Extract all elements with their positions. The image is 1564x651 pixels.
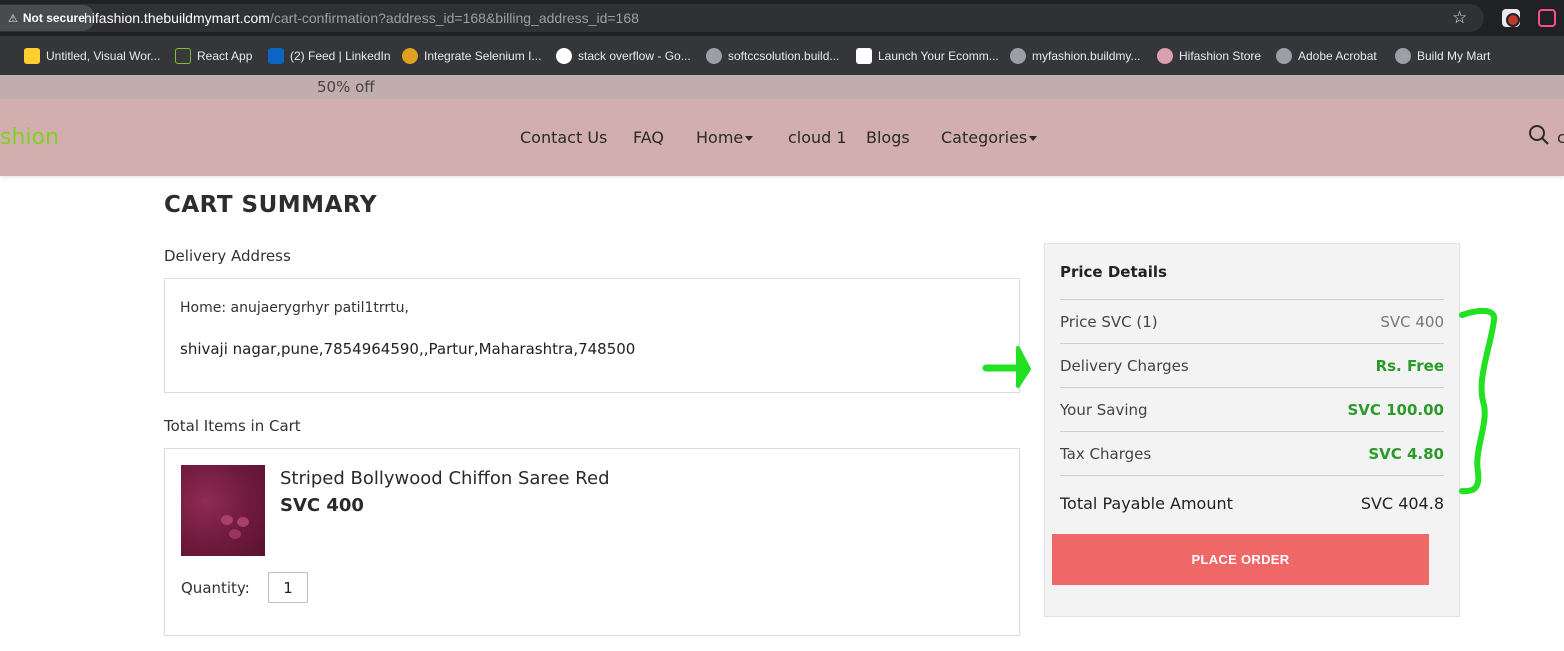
cart-item-card: Striped Bollywood Chiffon Saree Red SVC … [164,448,1020,636]
url-path: /cart-confirmation?address_id=168&billin… [269,10,639,26]
brand-logo[interactable]: shion [0,125,59,150]
bookmark-label: myfashion.buildmy... [1032,49,1141,63]
bookmark-item[interactable]: Hifashion Store [1157,43,1261,69]
browser-address-bar: ⚠ Not secure hifashion.thebuildmymart.co… [0,0,1564,36]
miro-icon [24,48,40,64]
quantity-label: Quantity: [181,579,250,597]
bookmark-star-icon[interactable]: ☆ [1452,8,1467,28]
bookmark-item[interactable]: myfashion.buildmy... [1010,43,1141,69]
address-name-line: Home: anujaerygrhyr patil1trrtu, [180,300,409,316]
bookmark-item[interactable]: Integrate Selenium I... [402,43,541,69]
store-icon [856,48,872,64]
total-divider [1060,475,1444,476]
security-indicator[interactable]: ⚠ Not secure [0,5,95,31]
place-order-button[interactable]: PLACE ORDER [1052,534,1429,585]
price-details-panel: Price Details Price SVC (1) SVC 400 Deli… [1044,243,1460,617]
price-details-title: Price Details [1060,263,1167,281]
nav-faq[interactable]: FAQ [633,128,664,147]
bookmark-label: Adobe Acrobat [1298,49,1377,63]
cart-items-heading: Total Items in Cart [164,417,301,435]
extension-icon[interactable] [1538,9,1556,27]
saving-row-value: SVC 100.00 [1347,400,1444,419]
tax-row: Tax Charges SVC 4.80 [1060,431,1444,475]
nav-categories[interactable]: Categories [941,128,1038,147]
saving-row: Your Saving SVC 100.00 [1060,387,1444,431]
bookmark-item[interactable]: React App [175,43,252,69]
bookmark-label: Hifashion Store [1179,49,1262,63]
bookmark-label: (2) Feed | LinkedIn [290,49,391,63]
extension-icon[interactable] [1502,9,1520,27]
bookmark-label: Integrate Selenium I... [424,49,542,63]
nav-categories-label: Categories [941,128,1028,147]
bookmark-label: Launch Your Ecomm... [878,49,999,63]
google-icon [556,48,572,64]
price-row: Price SVC (1) SVC 400 [1060,299,1444,343]
globe-icon [706,48,722,64]
price-row-value: SVC 400 [1380,312,1444,331]
linkedin-icon [268,48,284,64]
bookmark-item[interactable]: Build My Mart [1395,43,1490,69]
hifashion-icon [1157,48,1173,64]
delivery-row-label: Delivery Charges [1060,356,1189,375]
delivery-row-value: Rs. Free [1375,356,1444,375]
product-price: SVC 400 [280,495,364,516]
bookmark-item[interactable]: Launch Your Ecomm... [856,43,999,69]
bookmark-label: React App [197,49,253,63]
nav-contact-us[interactable]: Contact Us [520,128,607,147]
bookmark-item[interactable]: stack overflow - Go... [556,43,691,69]
address-detail-line: shivaji nagar,pune,7854964590,,Partur,Ma… [180,340,636,358]
saving-row-label: Your Saving [1060,400,1148,419]
promo-text: 50% off [317,78,375,96]
security-label: Not secure [22,11,85,25]
quantity-input[interactable] [268,572,308,603]
caret-down-icon [745,136,754,141]
promo-banner: 50% off [0,75,1564,99]
tax-row-label: Tax Charges [1060,444,1152,463]
nav-home-label: Home [696,128,744,147]
bookmark-item[interactable]: Untitled, Visual Wor... [24,43,160,69]
total-label: Total Payable Amount [1060,494,1233,513]
search-label[interactable]: c [1557,128,1564,147]
delivery-row: Delivery Charges Rs. Free [1060,343,1444,387]
nav-cloud[interactable]: cloud 1 [788,128,847,147]
globe-icon [1010,48,1026,64]
warning-icon: ⚠ [8,11,18,25]
search-icon[interactable] [1528,124,1550,146]
site-navbar: shion Contact Us FAQ Home cloud 1 Blogs … [0,99,1564,176]
bookmark-item[interactable]: (2) Feed | LinkedIn [268,43,391,69]
page-title: CART SUMMARY [164,192,377,218]
globe-icon [1276,48,1292,64]
bookmark-label: stack overflow - Go... [578,49,691,63]
total-value: SVC 404.8 [1360,494,1444,513]
url-text[interactable]: hifashion.thebuildmymart.com/cart-confir… [84,10,639,26]
product-name[interactable]: Striped Bollywood Chiffon Saree Red [280,468,610,489]
bookmark-item[interactable]: Adobe Acrobat [1276,43,1377,69]
chrome-icon [402,48,418,64]
bookmark-label: Build My Mart [1417,49,1491,63]
tax-row-value: SVC 4.80 [1368,444,1444,463]
delivery-address-heading: Delivery Address [164,247,291,265]
price-row-label: Price SVC (1) [1060,312,1158,331]
nav-home[interactable]: Home [696,128,754,147]
total-row: Total Payable Amount SVC 404.8 [1060,494,1444,513]
url-host: hifashion.thebuildmymart.com [84,10,270,26]
bookmarks-bar: Untitled, Visual Wor... React App (2) Fe… [0,36,1564,75]
annotation-brace-icon [1459,307,1498,495]
globe-icon [1395,48,1411,64]
bookmark-label: softccsolution.build... [728,49,840,63]
nav-blogs[interactable]: Blogs [866,128,910,147]
bookmark-label: Untitled, Visual Wor... [46,49,161,63]
caret-down-icon [1029,136,1038,141]
bookmark-item[interactable]: softccsolution.build... [706,43,839,69]
delivery-address-card: Home: anujaerygrhyr patil1trrtu, shivaji… [164,278,1020,393]
product-image[interactable] [181,465,265,556]
react-icon [175,48,191,64]
